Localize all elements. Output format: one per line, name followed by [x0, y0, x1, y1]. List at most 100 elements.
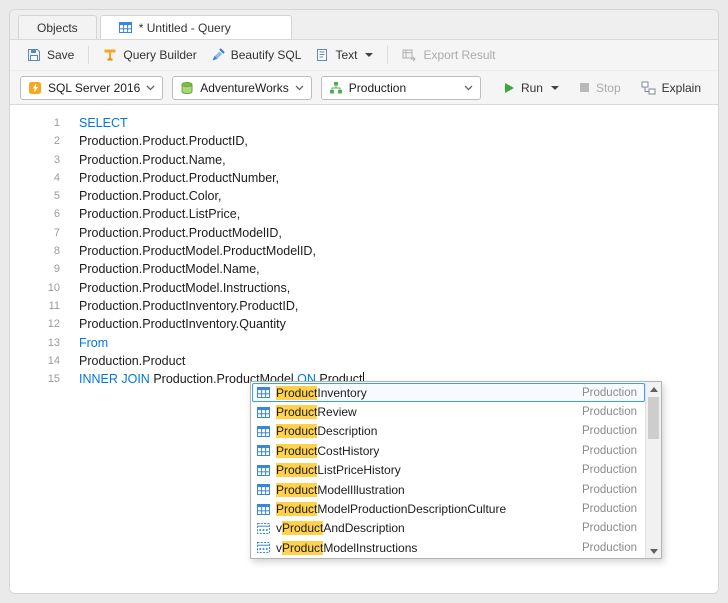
line-number: 1 [10, 114, 60, 132]
export-result-button[interactable]: Export Result [395, 44, 502, 66]
table-icon [119, 21, 132, 34]
code-line[interactable]: 13From [10, 334, 718, 352]
code-text: Production.Product.Color, [60, 187, 221, 205]
code-line[interactable]: 10Production.ProductModel.Instructions, [10, 279, 718, 297]
scroll-down-arrow[interactable] [646, 544, 661, 558]
app-window: Objects * Untitled - Query Save Query Bu… [9, 9, 719, 594]
database-select-value: AdventureWorks [200, 81, 288, 95]
code-line[interactable]: 14Production.Product [10, 352, 718, 370]
autocomplete-item[interactable]: ProductDescriptionProduction [252, 422, 645, 441]
line-number: 3 [10, 151, 60, 169]
connection-select-value: SQL Server 2016 [48, 81, 140, 95]
run-icon [503, 82, 515, 94]
connection-select[interactable]: SQL Server 2016 [20, 76, 163, 100]
code-text: Production.ProductModel.Name, [60, 260, 260, 278]
database-select[interactable]: AdventureWorks [172, 76, 311, 100]
code-line[interactable]: 2Production.Product.ProductID, [10, 132, 718, 150]
save-icon [27, 48, 41, 62]
toolbar-separator [88, 46, 89, 64]
save-button[interactable]: Save [20, 44, 81, 66]
run-label: Run [521, 81, 543, 95]
table-icon [257, 503, 270, 516]
code-area: 1SELECT2Production.Product.ProductID,3Pr… [10, 114, 718, 388]
toolbar-separator [387, 46, 388, 64]
server-icon [28, 81, 42, 95]
chevron-down-icon [295, 85, 304, 91]
schema-icon [329, 81, 343, 95]
object-name: ProductInventory [276, 386, 367, 400]
code-line[interactable]: 5Production.Product.Color, [10, 187, 718, 205]
code-line[interactable]: 6Production.Product.ListPrice, [10, 205, 718, 223]
line-number: 5 [10, 187, 60, 205]
code-text: Production.Product.ListPrice, [60, 205, 240, 223]
line-number: 8 [10, 242, 60, 260]
tab-query[interactable]: * Untitled - Query [100, 15, 292, 39]
stop-label: Stop [596, 81, 621, 95]
code-line[interactable]: 4Production.Product.ProductNumber, [10, 169, 718, 187]
tab-objects[interactable]: Objects [18, 15, 97, 39]
export-result-label: Export Result [423, 48, 495, 62]
chevron-down-icon [365, 53, 373, 57]
autocomplete-item[interactable]: ProductListPriceHistoryProduction [252, 461, 645, 480]
code-line[interactable]: 8Production.ProductModel.ProductModelID, [10, 242, 718, 260]
schema-name: Production [572, 542, 637, 554]
autocomplete-item[interactable]: ProductCostHistoryProduction [252, 441, 645, 460]
object-name: ProductModelIllustration [276, 483, 405, 497]
table-icon [257, 386, 270, 399]
explain-button[interactable]: Explain [634, 77, 708, 99]
match-highlight: Product [276, 424, 317, 438]
autocomplete-item[interactable]: ProductModelIllustrationProduction [252, 480, 645, 499]
autocomplete-popup: ProductInventoryProductionProductReviewP… [250, 381, 662, 559]
chevron-down-icon [464, 85, 473, 91]
schema-name: Production [572, 387, 637, 399]
table-icon [257, 406, 270, 419]
stop-button[interactable]: Stop [572, 77, 628, 99]
autocomplete-item[interactable]: ProductReviewProduction [252, 402, 645, 421]
line-number: 9 [10, 260, 60, 278]
code-text: Production.ProductInventory.Quantity [60, 315, 286, 333]
schema-name: Production [572, 464, 637, 476]
code-line[interactable]: 3Production.Product.Name, [10, 151, 718, 169]
line-number: 4 [10, 169, 60, 187]
beautify-sql-label: Beautify SQL [231, 48, 302, 62]
autocomplete-scrollbar[interactable] [645, 382, 661, 558]
match-highlight: Product [276, 444, 317, 458]
line-number: 14 [10, 352, 60, 370]
main-toolbar: Save Query Builder Beautify SQL Text [10, 40, 718, 71]
autocomplete-item[interactable]: ProductInventory Production [252, 383, 645, 402]
query-builder-button[interactable]: Query Builder [96, 44, 203, 66]
code-line[interactable]: 1SELECT [10, 114, 718, 132]
text-mode-button[interactable]: Text [308, 44, 380, 66]
query-builder-icon [103, 48, 117, 62]
code-line[interactable]: 12Production.ProductInventory.Quantity [10, 315, 718, 333]
autocomplete-item[interactable]: vProductAndDescriptionProduction [252, 519, 645, 538]
scroll-up-arrow[interactable] [646, 382, 661, 396]
connection-toolbar: SQL Server 2016 AdventureWorks Productio… [10, 71, 718, 105]
code-text: Production.ProductModel.Instructions, [60, 279, 290, 297]
object-name: vProductModelInstructions [276, 541, 417, 555]
schema-name: Production [572, 503, 637, 515]
schema-name: Production [572, 406, 637, 418]
match-highlight: Product [282, 541, 323, 555]
beautify-sql-button[interactable]: Beautify SQL [204, 44, 309, 66]
schema-name: Production [572, 425, 637, 437]
line-number: 10 [10, 279, 60, 297]
match-highlight: Product [282, 521, 323, 535]
code-text: Production.Product [60, 352, 185, 370]
schema-select[interactable]: Production [321, 76, 481, 100]
code-text: SELECT [60, 114, 128, 132]
autocomplete-item[interactable]: ProductModelProductionDescriptionCulture… [252, 499, 645, 518]
sql-editor[interactable]: 1SELECT2Production.Product.ProductID,3Pr… [10, 105, 718, 593]
match-highlight: Product [276, 502, 317, 516]
tab-query-label: * Untitled - Query [139, 21, 231, 35]
code-line[interactable]: 11Production.ProductInventory.ProductID, [10, 297, 718, 315]
autocomplete-item[interactable]: vProductModelInstructions Production [252, 538, 645, 557]
export-result-icon [402, 48, 417, 62]
code-line[interactable]: 7Production.Product.ProductModelID, [10, 224, 718, 242]
run-button[interactable]: Run [496, 77, 566, 99]
code-text: Production.ProductInventory.ProductID, [60, 297, 298, 315]
scrollbar-thumb[interactable] [648, 397, 659, 439]
line-number: 12 [10, 315, 60, 333]
line-number: 11 [10, 297, 60, 315]
code-line[interactable]: 9Production.ProductModel.Name, [10, 260, 718, 278]
